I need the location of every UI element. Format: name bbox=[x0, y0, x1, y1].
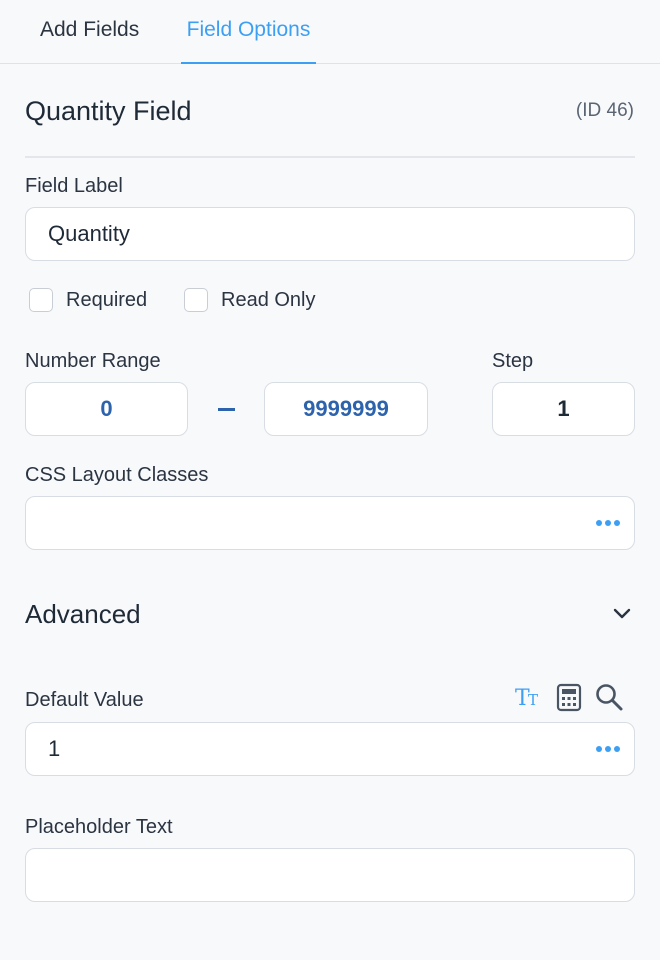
default-value-label: Default Value bbox=[25, 689, 144, 711]
placeholder-text-input[interactable] bbox=[25, 848, 635, 902]
calculator-icon[interactable] bbox=[554, 682, 584, 712]
field-label-label: Field Label bbox=[25, 175, 123, 197]
range-max-input[interactable]: 9999999 bbox=[264, 382, 428, 436]
range-min-input[interactable]: 0 bbox=[25, 382, 188, 436]
tab-bar: Add Fields Field Options bbox=[0, 0, 660, 64]
more-dots-icon[interactable] bbox=[596, 746, 620, 752]
tab-add-fields[interactable]: Add Fields bbox=[40, 0, 139, 64]
field-id: (ID 46) bbox=[575, 100, 634, 121]
tab-field-options[interactable]: Field Options bbox=[181, 0, 316, 64]
read-only-label: Read Only bbox=[221, 289, 316, 311]
read-only-checkbox[interactable] bbox=[184, 288, 208, 312]
more-dots-icon[interactable] bbox=[596, 520, 620, 526]
chevron-down-icon[interactable] bbox=[612, 607, 632, 621]
required-label: Required bbox=[66, 289, 148, 311]
required-checkbox[interactable] bbox=[29, 288, 53, 312]
range-max-value: 9999999 bbox=[303, 396, 389, 421]
text-format-icon[interactable]: T T bbox=[514, 682, 544, 712]
placeholder-text-label: Placeholder Text bbox=[25, 816, 173, 838]
range-min-value: 0 bbox=[100, 396, 113, 421]
step-value: 1 bbox=[557, 396, 570, 421]
divider bbox=[25, 156, 635, 158]
search-icon[interactable] bbox=[594, 682, 624, 712]
svg-text:T: T bbox=[528, 691, 538, 709]
default-value-input[interactable]: 1 bbox=[25, 722, 635, 776]
advanced-section-toggle[interactable]: Advanced bbox=[25, 599, 141, 630]
step-input[interactable]: 1 bbox=[492, 382, 635, 436]
field-label-input[interactable]: Quantity bbox=[25, 207, 635, 261]
css-classes-label: CSS Layout Classes bbox=[25, 464, 209, 486]
field-label-value: Quantity bbox=[48, 221, 130, 246]
default-value-value: 1 bbox=[48, 736, 61, 761]
step-label: Step bbox=[492, 350, 534, 372]
range-separator bbox=[218, 408, 235, 411]
field-title: Quantity Field bbox=[25, 96, 192, 126]
number-range-label: Number Range bbox=[25, 350, 161, 372]
css-classes-input[interactable] bbox=[25, 496, 635, 550]
